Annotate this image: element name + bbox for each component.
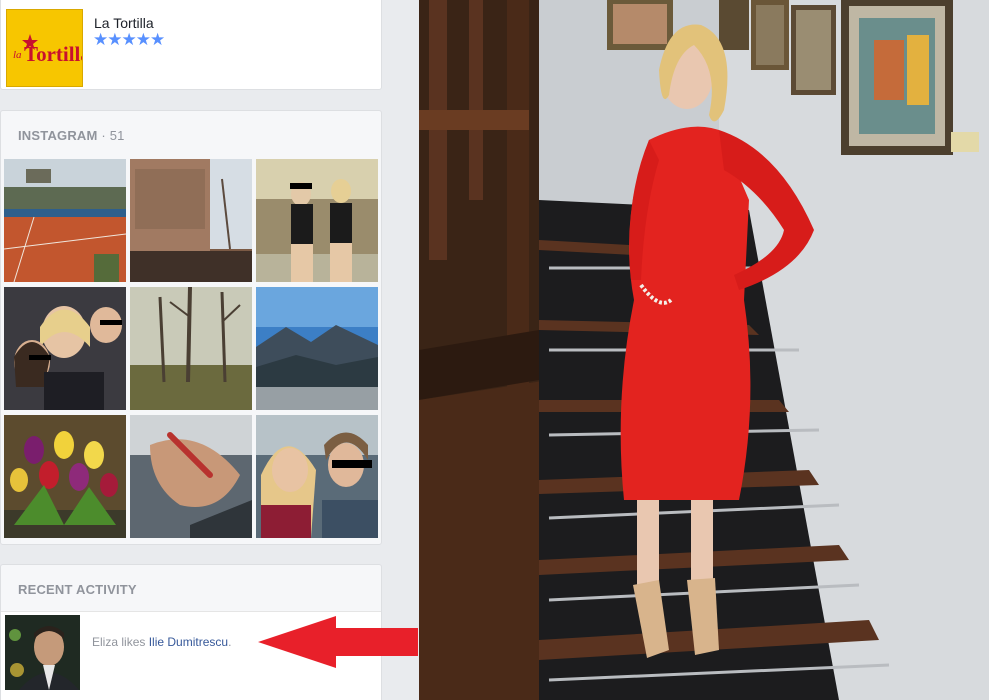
instagram-photo-selfie[interactable] [256, 415, 378, 538]
instagram-photo-tennis[interactable] [4, 159, 126, 282]
activity-period: . [228, 635, 232, 649]
instagram-photo-group-selfie[interactable] [4, 287, 126, 410]
instagram-photo-mountains[interactable] [256, 287, 378, 410]
place-name-link[interactable]: La Tortilla [94, 15, 154, 31]
instagram-title: INSTAGRAM [18, 128, 98, 143]
ilie-dumitrescu-link[interactable]: Ilie Dumitrescu [149, 635, 228, 649]
main-photo-woman-red-dress[interactable] [419, 0, 989, 700]
recent-activity-header: RECENT ACTIVITY [18, 582, 137, 597]
instagram-photo-hands[interactable] [130, 415, 252, 538]
column-gutter [383, 0, 419, 700]
instagram-photo-sofa[interactable] [256, 159, 378, 282]
activity-text: Eliza likes Ilie Dumitrescu. [92, 635, 231, 649]
place-card: la Tortilla La Tortilla ★★★★★ [0, 0, 382, 90]
instagram-grid [4, 159, 380, 538]
instagram-photo-church[interactable] [130, 159, 252, 282]
ilie-dumitrescu-avatar[interactable] [5, 615, 80, 690]
instagram-header[interactable]: INSTAGRAM · 51 [18, 128, 125, 143]
profile-page: la Tortilla La Tortilla ★★★★★ INSTAGRAM … [0, 0, 989, 700]
svg-text:la: la [13, 49, 22, 61]
activity-verb: likes [121, 635, 146, 649]
instagram-photo-tulips[interactable] [4, 415, 126, 538]
activity-actor: Eliza [92, 635, 119, 649]
rating-stars: ★★★★★ [93, 30, 165, 49]
la-tortilla-logo[interactable]: la Tortilla [6, 9, 83, 87]
left-column: la Tortilla La Tortilla ★★★★★ INSTAGRAM … [0, 0, 383, 700]
instagram-photo-trees[interactable] [130, 287, 252, 410]
red-arrow-annotation [258, 616, 418, 668]
header-separator: · [101, 128, 106, 143]
instagram-card: INSTAGRAM · 51 [0, 110, 382, 545]
instagram-count: 51 [109, 128, 125, 143]
